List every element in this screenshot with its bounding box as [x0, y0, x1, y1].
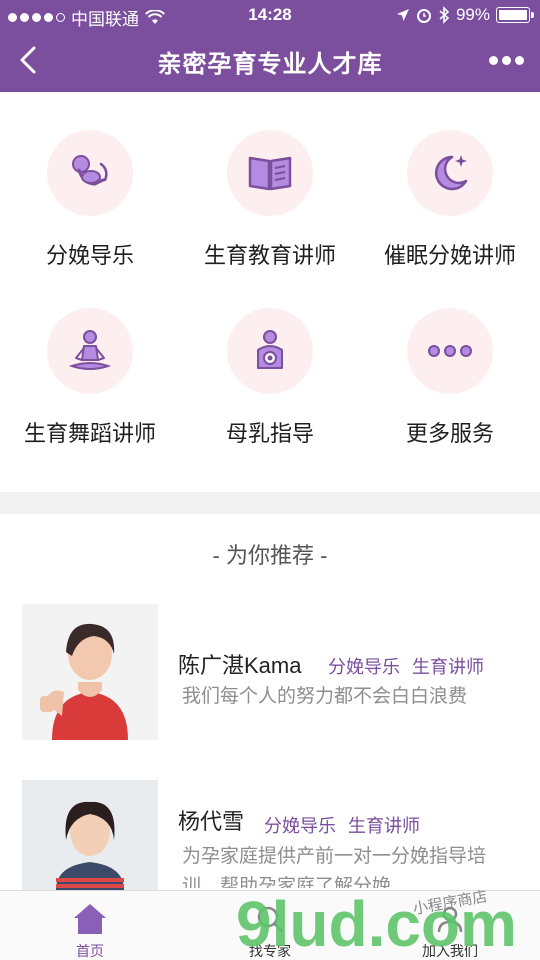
tab-bar: 首页 找专家 加入我们: [0, 890, 540, 960]
service-label: 催眠分娩讲师: [383, 243, 516, 268]
service-label: 母乳指导: [225, 421, 314, 446]
more-dot-icon: [501, 55, 511, 65]
home-icon: [70, 899, 110, 939]
find-expert-icon: [250, 899, 290, 939]
battery-icon: [496, 7, 534, 23]
recommend-title: - 为你推荐 -: [212, 543, 328, 568]
service-icon-bg: [227, 130, 313, 216]
join-icon: [430, 899, 470, 939]
top-bar: 中国联通 14:28 99% 亲密孕育专业人才库: [0, 0, 540, 92]
expert-card[interactable]: 杨代雪 分娩导乐 生育讲师 为孕家庭提供产前一对一分娩指导培训，帮助孕家庭了解分娩: [0, 780, 540, 916]
service-icon-bg: [407, 130, 493, 216]
page-title: 亲密孕育专业人才库: [157, 51, 383, 78]
meditation-icon: [68, 330, 112, 370]
expert-card[interactable]: 陈广湛Kama 分娩导乐 生育讲师 我们每个人的努力都不会白白浪费: [0, 604, 540, 744]
more-dot-icon: [514, 55, 524, 65]
bluetooth-icon: [439, 6, 450, 24]
service-label: 生育教育讲师: [203, 243, 336, 268]
service-icon-bg: [407, 308, 493, 394]
expert-name: 杨代雪: [178, 809, 245, 834]
status-right: 99%: [396, 5, 534, 25]
service-grid: 分娩导乐 生育教育讲师 催眠分娩讲师 生育舞蹈讲师 母乳指导 更多服务: [0, 92, 540, 492]
expert-tags: 分娩导乐 生育讲师: [264, 812, 432, 838]
tab-home[interactable]: 首页: [0, 891, 180, 960]
service-item-delivery-doula[interactable]: 分娩导乐: [0, 130, 180, 270]
service-item-more[interactable]: 更多服务: [360, 308, 540, 448]
service-item-birth-dance[interactable]: 生育舞蹈讲师: [0, 308, 180, 448]
section-divider: [0, 492, 540, 514]
service-icon-bg: [47, 130, 133, 216]
service-label: 生育舞蹈讲师: [23, 421, 156, 446]
status-bar: 中国联通 14:28 99%: [0, 0, 540, 30]
expert-tag: 生育讲师: [348, 816, 420, 836]
service-label: 更多服务: [405, 421, 494, 446]
baby-icon: [72, 155, 108, 186]
expert-tag: 分娩导乐: [264, 816, 336, 836]
expert-description: 为孕家庭提供产前一对一分娩指导培训，帮助孕家庭了解分娩: [182, 846, 487, 888]
tab-find-expert[interactable]: 找专家: [180, 891, 360, 960]
tab-label: 找专家: [249, 943, 291, 959]
expert-tags: 分娩导乐 生育讲师: [328, 653, 496, 679]
more-button[interactable]: [486, 46, 526, 74]
more-icon: [428, 345, 472, 357]
service-icon-bg: [47, 308, 133, 394]
service-item-breastfeeding[interactable]: 母乳指导: [180, 308, 360, 448]
expert-tag: 分娩导乐: [328, 657, 400, 677]
expert-description: 我们每个人的努力都不会白白浪费: [182, 686, 468, 707]
moon-icon: [434, 155, 468, 191]
nav-bar: 亲密孕育专业人才库: [0, 30, 540, 92]
expert-photo: [22, 604, 158, 740]
service-icon-bg: [227, 308, 313, 394]
breastfeeding-icon: [257, 330, 283, 369]
alarm-icon: [416, 9, 431, 23]
service-item-birth-education[interactable]: 生育教育讲师: [180, 130, 360, 270]
more-dot-icon: [488, 55, 498, 65]
battery-percent: 99%: [455, 5, 490, 24]
location-icon: [396, 9, 409, 21]
expert-name: 陈广湛Kama: [178, 653, 302, 678]
service-item-hypnobirth[interactable]: 催眠分娩讲师: [360, 130, 540, 270]
expert-tag: 生育讲师: [412, 657, 484, 677]
tab-label: 加入我们: [422, 943, 478, 959]
service-label: 分娩导乐: [45, 243, 134, 268]
tab-label: 首页: [76, 943, 104, 959]
book-icon: [248, 156, 292, 191]
tab-join-us[interactable]: 加入我们: [360, 891, 540, 960]
